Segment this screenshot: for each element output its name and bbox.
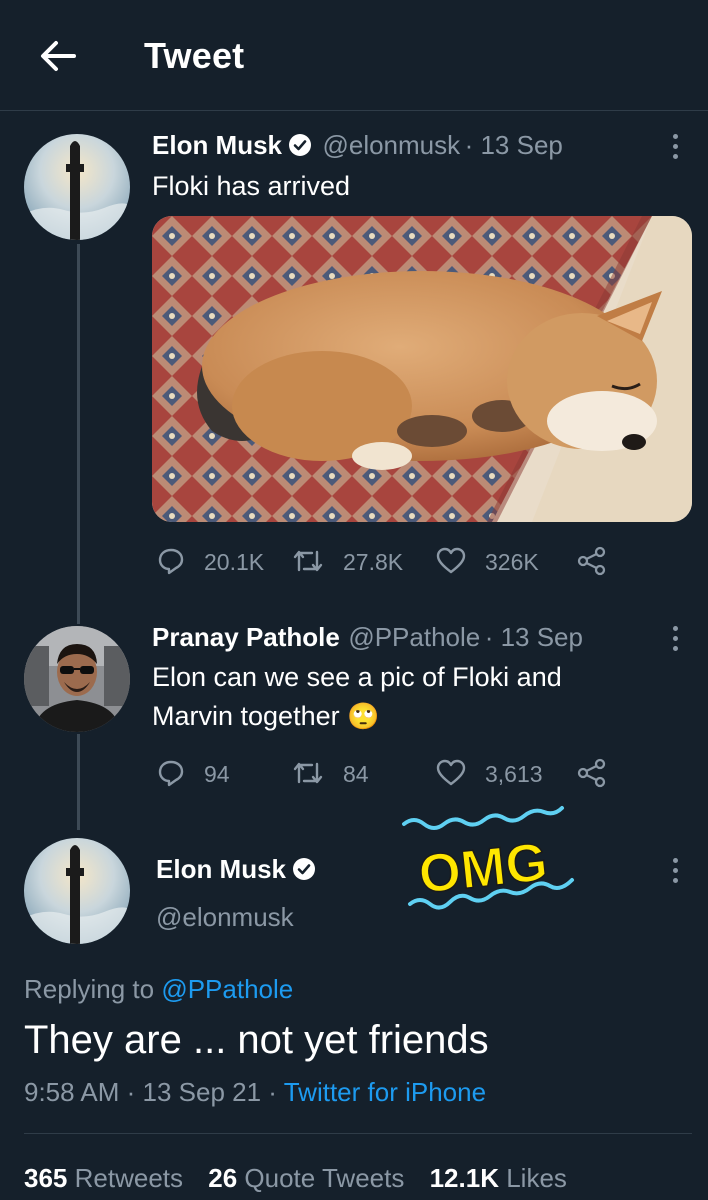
replying-to-link[interactable]: @PPathole bbox=[161, 974, 293, 1004]
tweet-actions: 20.1K 27.8K 326K bbox=[152, 546, 632, 580]
like-icon[interactable] bbox=[435, 546, 467, 576]
back-arrow-icon[interactable] bbox=[36, 34, 80, 78]
meta-separator: · bbox=[261, 1077, 284, 1107]
eye-roll-emoji: 🙄 bbox=[347, 701, 380, 731]
reply-count: 94 bbox=[204, 761, 230, 787]
tweet-text: Floki has arrived bbox=[152, 171, 351, 201]
verified-badge-icon bbox=[289, 134, 312, 156]
tweet-time: 9:58 AM bbox=[24, 1077, 120, 1107]
reply-icon[interactable] bbox=[156, 758, 186, 788]
omg-annotation: OMG bbox=[402, 806, 574, 910]
top-bar: Tweet bbox=[0, 0, 708, 111]
likes-label: Likes bbox=[506, 1163, 567, 1193]
engagement-stats: 365 Retweets 26 Quote Tweets 12.1K Likes bbox=[24, 1163, 567, 1194]
tweet-header: Elon Musk bbox=[156, 854, 316, 885]
tweet-date: · 13 Sep bbox=[464, 130, 563, 160]
author-handle[interactable]: @elonmusk bbox=[322, 130, 460, 160]
tweet-actions: 94 84 3,613 bbox=[152, 758, 632, 792]
main-tweet-text: They are ... not yet friends bbox=[24, 1018, 489, 1062]
avatar[interactable] bbox=[24, 134, 130, 240]
more-options-icon[interactable] bbox=[672, 858, 680, 888]
meta-separator: · bbox=[119, 1077, 143, 1107]
tweet-date: · 13 Sep bbox=[484, 622, 583, 652]
starship-avatar-image bbox=[24, 134, 130, 240]
starship-avatar-image bbox=[24, 838, 130, 944]
likes-stat[interactable]: 12.1K Likes bbox=[430, 1163, 567, 1193]
author-name[interactable]: Elon Musk bbox=[156, 854, 286, 884]
retweets-count: 365 bbox=[24, 1163, 68, 1193]
like-count: 3,613 bbox=[485, 761, 543, 787]
retweets-stat[interactable]: 365 Retweets bbox=[24, 1163, 183, 1193]
tweet-full-date: 13 Sep 21 bbox=[142, 1077, 262, 1107]
verified-badge-icon bbox=[293, 858, 316, 880]
retweet-icon[interactable] bbox=[292, 758, 324, 788]
tweet-media-image[interactable] bbox=[152, 216, 692, 522]
more-options-icon[interactable] bbox=[672, 134, 680, 164]
likes-count: 12.1K bbox=[429, 1163, 499, 1193]
share-icon[interactable] bbox=[576, 546, 608, 576]
replying-to: Replying to @PPathole bbox=[24, 974, 293, 1005]
tweet-meta: 9:58 AM · 13 Sep 21 · Twitter for iPhone bbox=[24, 1077, 486, 1108]
tweet-text-part: Marvin together bbox=[152, 701, 340, 731]
page-title: Tweet bbox=[144, 35, 245, 76]
retweet-icon[interactable] bbox=[292, 546, 324, 576]
thread-connector bbox=[77, 244, 80, 624]
sleeping-dog-photo bbox=[152, 216, 692, 522]
author-name[interactable]: Elon Musk bbox=[152, 130, 282, 160]
author-handle[interactable]: @PPathole bbox=[348, 622, 480, 652]
author-name[interactable]: Pranay Pathole bbox=[152, 622, 340, 652]
author-handle[interactable]: @elonmusk bbox=[156, 902, 294, 933]
reply-count: 20.1K bbox=[204, 549, 265, 575]
tweet-text: Elon can we see a pic of Floki and Marvi… bbox=[152, 658, 562, 736]
more-options-icon[interactable] bbox=[672, 626, 680, 656]
retweets-label: Retweets bbox=[74, 1163, 184, 1193]
quotes-label: Quote Tweets bbox=[244, 1163, 405, 1193]
replying-to-label: Replying to bbox=[24, 974, 155, 1004]
retweet-count: 27.8K bbox=[343, 549, 404, 575]
like-count: 326K bbox=[485, 549, 539, 575]
tweet-text-line: Marvin together 🙄 bbox=[152, 697, 562, 736]
tweet-text-line: Elon can we see a pic of Floki and bbox=[152, 662, 562, 692]
avatar[interactable] bbox=[24, 838, 130, 944]
profile-photo-image bbox=[24, 626, 130, 732]
thread-connector bbox=[77, 734, 80, 830]
quotes-count: 26 bbox=[208, 1163, 238, 1193]
like-icon[interactable] bbox=[435, 758, 467, 788]
avatar[interactable] bbox=[24, 626, 130, 732]
divider bbox=[24, 1133, 692, 1134]
tweet-header: Elon Musk @elonmusk · 13 Sep bbox=[152, 130, 563, 161]
tweet-source[interactable]: Twitter for iPhone bbox=[284, 1077, 486, 1107]
tweet-header: Pranay Pathole @PPathole · 13 Sep bbox=[152, 622, 583, 653]
share-icon[interactable] bbox=[576, 758, 608, 788]
retweet-count: 84 bbox=[343, 761, 369, 787]
reply-icon[interactable] bbox=[156, 546, 186, 576]
omg-text: OMG bbox=[416, 832, 551, 905]
quotes-stat[interactable]: 26 Quote Tweets bbox=[208, 1163, 404, 1193]
